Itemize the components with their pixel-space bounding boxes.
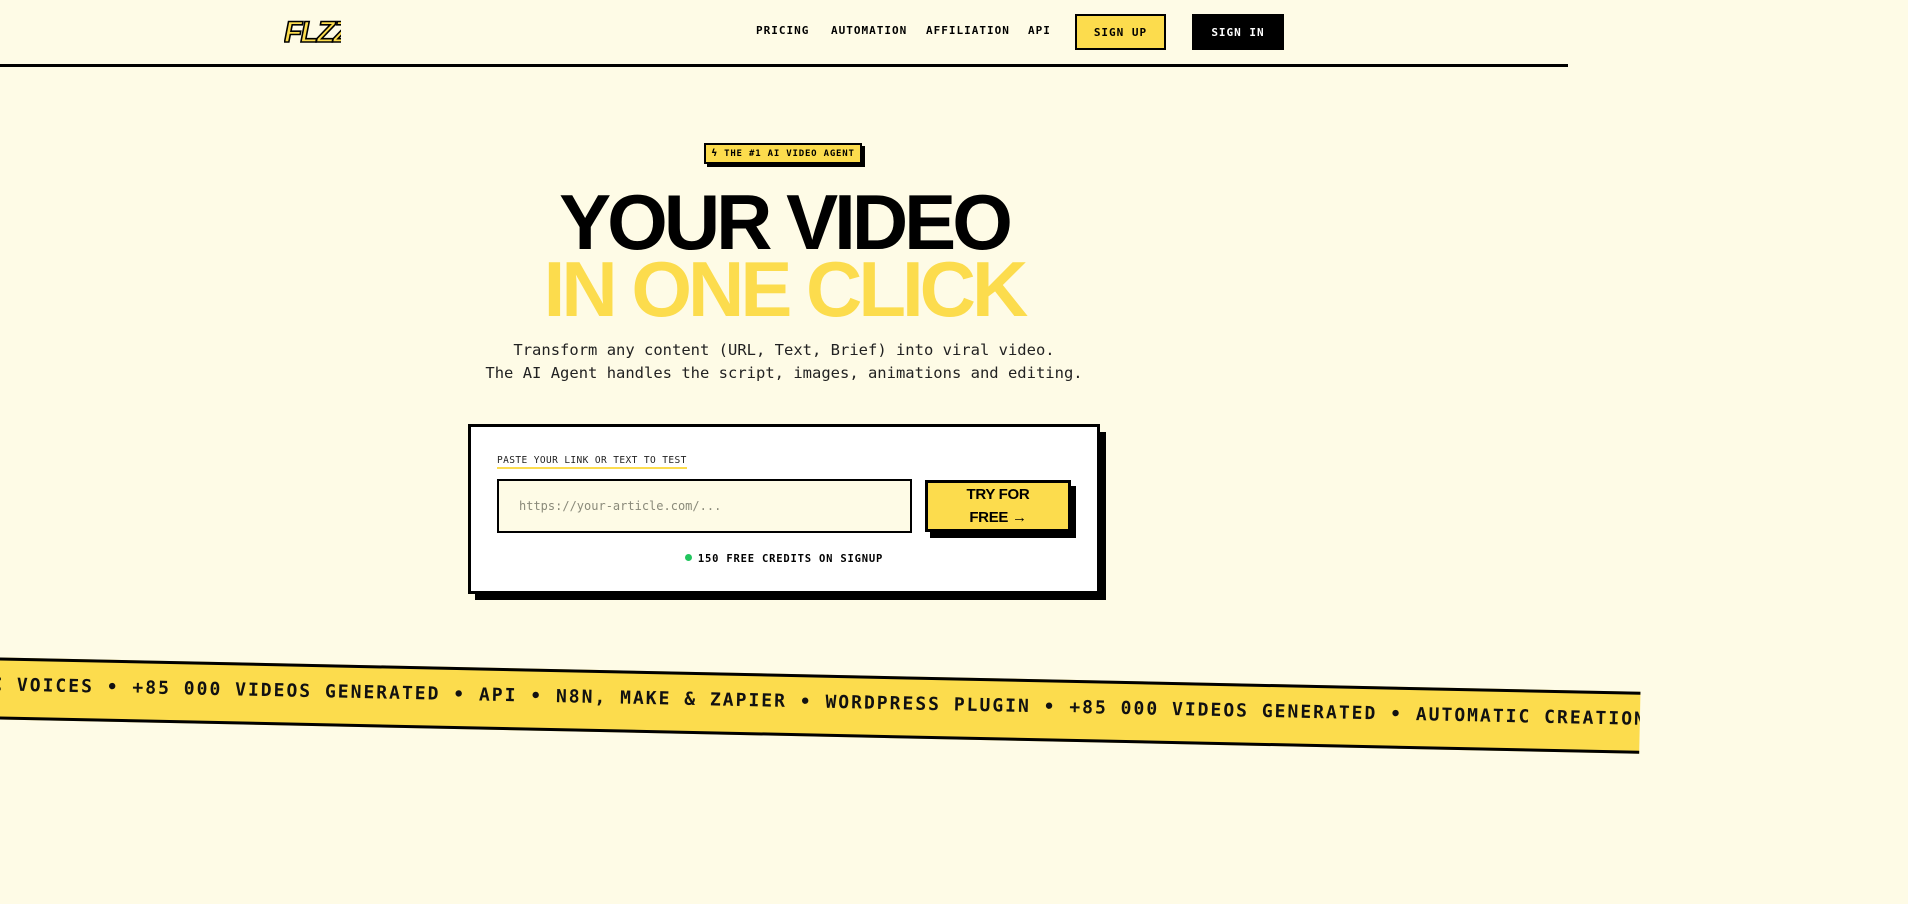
flzz-logo[interactable]: FLZZ xyxy=(284,14,341,48)
hero-badge: ϟ THE #1 AI VIDEO AGENT xyxy=(704,143,862,164)
hero-title-line2: IN ONE CLICK xyxy=(543,245,1029,333)
hero-subtitle-line2: The AI Agent handles the script, images,… xyxy=(485,364,1083,382)
nav-link-affiliation[interactable]: AFFILIATION xyxy=(926,24,1010,37)
credits-text: 150 FREE CREDITS ON SIGNUP xyxy=(697,553,884,565)
try-card: PASTE YOUR LINK OR TEXT TO TEST TRY FOR … xyxy=(468,424,1100,594)
bolt-icon: ϟ xyxy=(711,148,719,159)
input-label: PASTE YOUR LINK OR TEXT TO TEST xyxy=(497,455,687,469)
features-marquee: C VOICES • +85 000 VIDEOS GENERATED • AP… xyxy=(0,656,1641,754)
status-dot-icon xyxy=(684,554,692,561)
sign-up-button[interactable]: SIGN UP xyxy=(1075,14,1166,50)
cta-line1: TRY FOR xyxy=(966,486,1030,503)
credits-note: 150 FREE CREDITS ON SIGNUP xyxy=(471,553,1097,565)
hero-badge-text: THE #1 AI VIDEO AGENT xyxy=(724,148,855,159)
hero-subtitle-line1: Transform any content (URL, Text, Brief)… xyxy=(513,341,1055,359)
marquee-text: C VOICES • +85 000 VIDEOS GENERATED • AP… xyxy=(0,674,1641,730)
nav-link-api[interactable]: API xyxy=(1028,24,1051,37)
sign-in-button[interactable]: SIGN IN xyxy=(1192,14,1284,50)
try-for-free-button[interactable]: TRY FOR FREE → xyxy=(925,480,1071,532)
nav-link-automation[interactable]: AUTOMATION xyxy=(831,24,907,37)
svg-text:FLZZ: FLZZ xyxy=(284,16,341,48)
nav-link-pricing[interactable]: PRICING xyxy=(756,24,809,37)
top-navbar: FLZZ PRICING AUTOMATION AFFILIATION API … xyxy=(0,0,1568,67)
url-input[interactable] xyxy=(497,479,912,533)
cta-line2: FREE → xyxy=(969,509,1027,526)
